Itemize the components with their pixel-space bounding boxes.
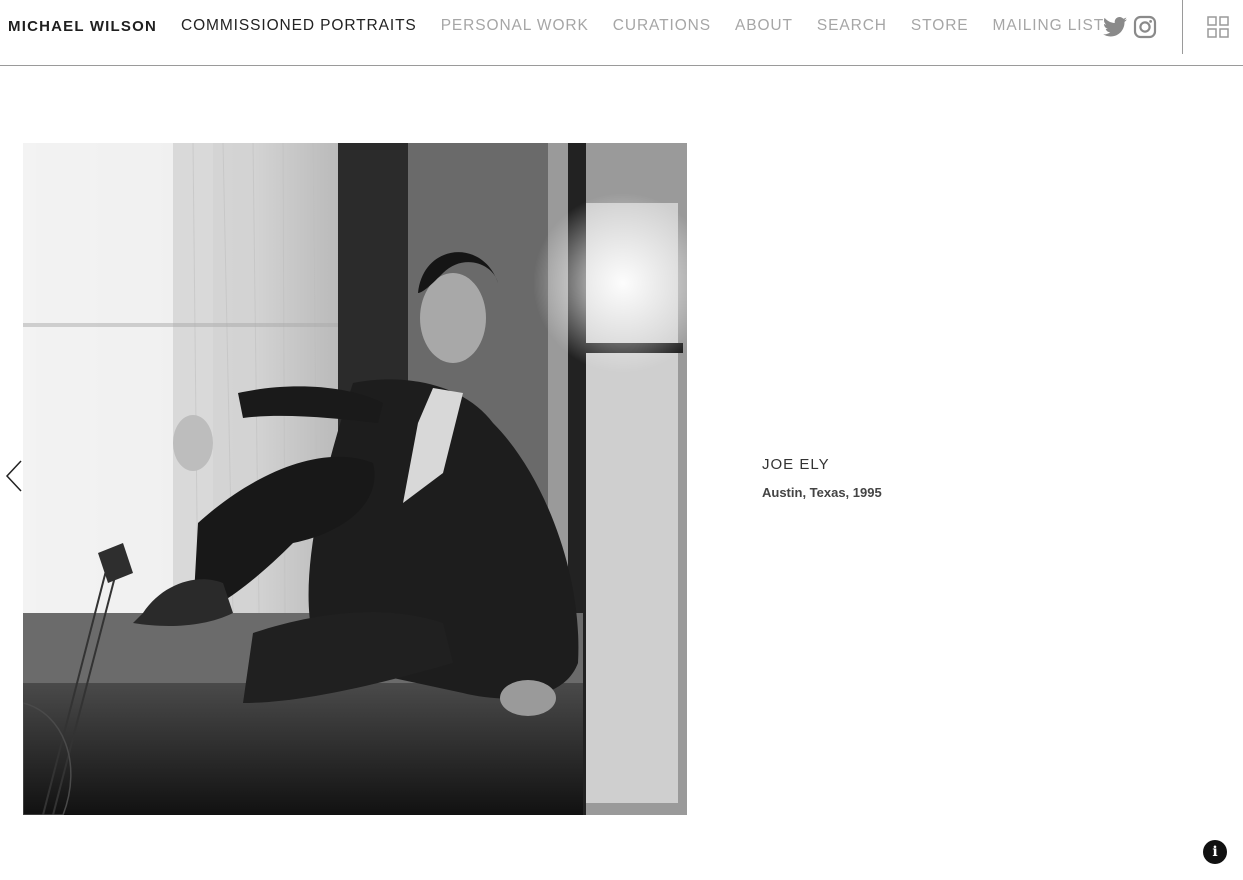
info-icon[interactable]: i	[1203, 840, 1227, 864]
site-brand[interactable]: MICHAEL WILSON	[8, 18, 157, 35]
nav-item-store[interactable]: STORE	[911, 17, 969, 35]
main-nav: COMMISSIONED PORTRAITS PERSONAL WORK CUR…	[181, 17, 1128, 35]
site-header: MICHAEL WILSON COMMISSIONED PORTRAITS PE…	[0, 0, 1243, 66]
photo-caption: JOE ELY Austin, Texas, 1995	[762, 456, 882, 500]
nav-item-commissioned-portraits[interactable]: COMMISSIONED PORTRAITS	[181, 17, 417, 35]
thumbnail-grid-icon[interactable]	[1207, 16, 1229, 38]
twitter-icon[interactable]	[1103, 16, 1127, 38]
caption-subtitle: Austin, Texas, 1995	[762, 485, 882, 500]
header-divider	[1182, 0, 1183, 54]
caption-title: JOE ELY	[762, 456, 830, 473]
nav-item-mailing-list[interactable]: MAILING LIST	[993, 17, 1105, 35]
nav-item-personal-work[interactable]: PERSONAL WORK	[441, 17, 589, 35]
nav-item-curations[interactable]: CURATIONS	[613, 17, 711, 35]
nav-item-about[interactable]: ABOUT	[735, 17, 793, 35]
info-button-label: i	[1212, 844, 1218, 860]
instagram-icon[interactable]	[1133, 15, 1157, 39]
portrait-photo[interactable]	[23, 143, 687, 815]
chevron-left-icon[interactable]	[4, 460, 24, 492]
nav-item-search[interactable]: SEARCH	[817, 17, 887, 35]
